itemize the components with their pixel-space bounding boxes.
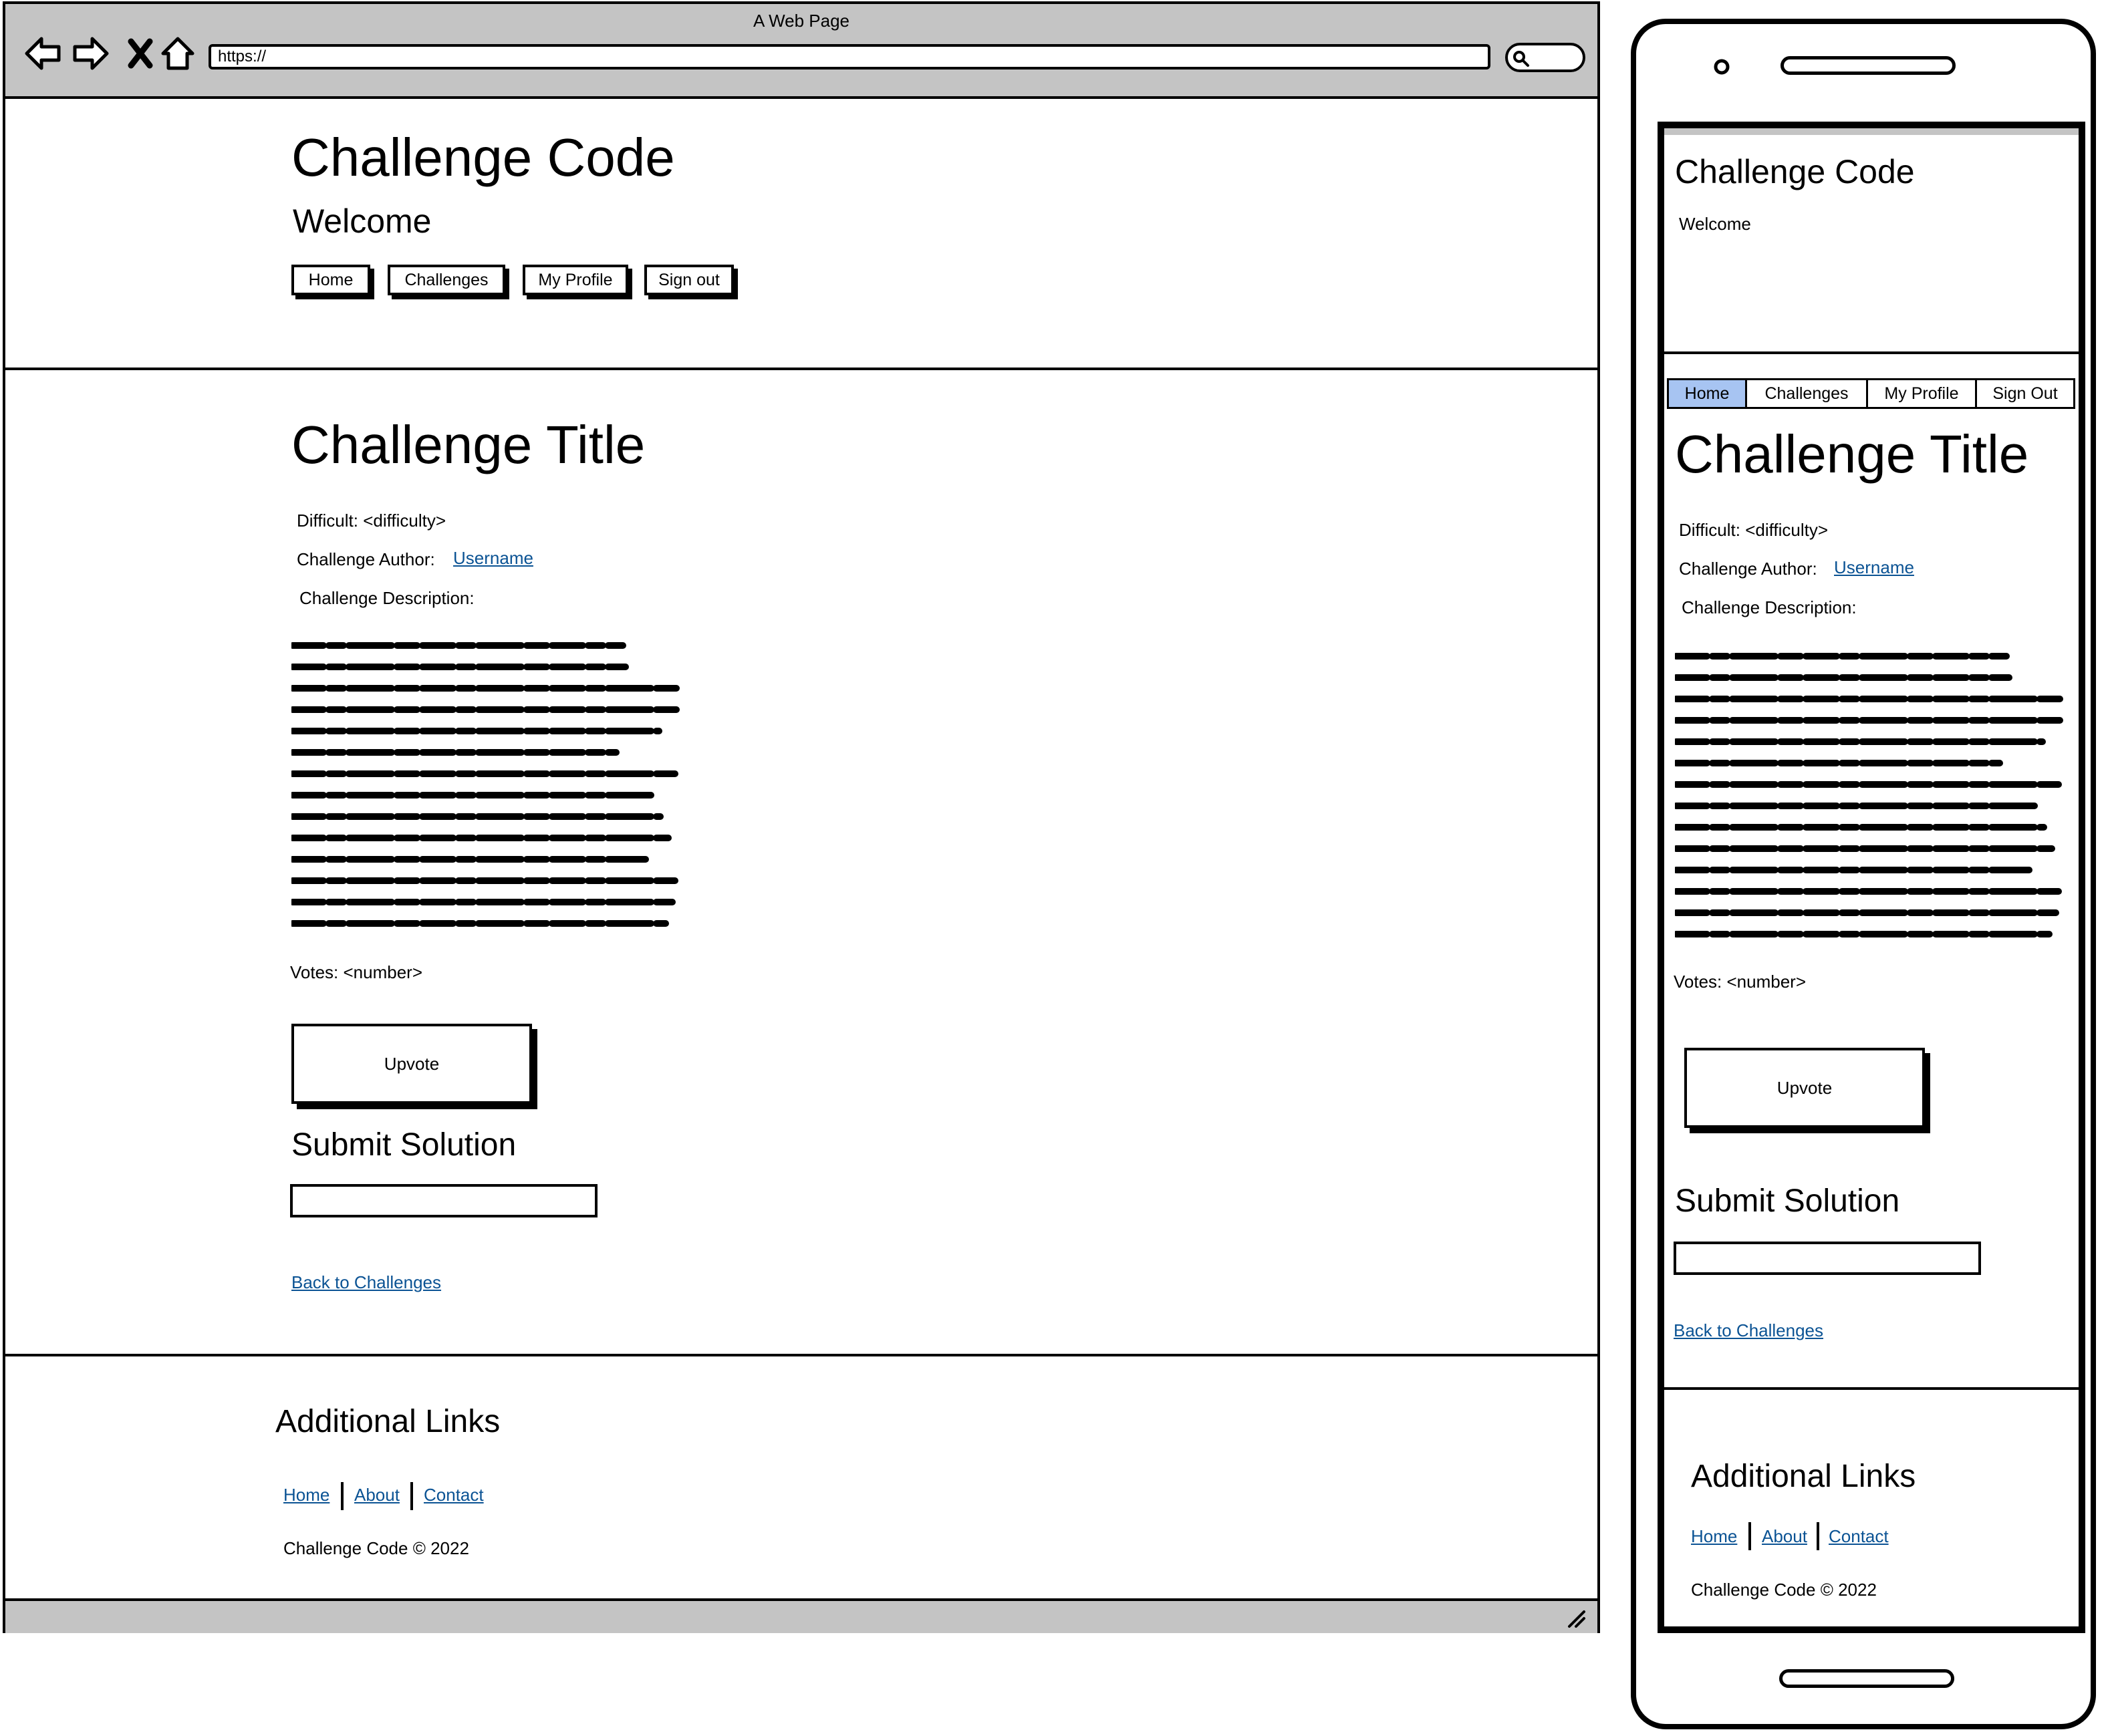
- phone-home-button[interactable]: [1779, 1669, 1954, 1688]
- mobile-nav-home[interactable]: Home: [1667, 378, 1747, 409]
- submit-solution-heading: Submit Solution: [291, 1127, 517, 1163]
- description-label: Challenge Description:: [299, 588, 475, 608]
- scribble-lines: [289, 642, 682, 927]
- description-text-scribble: [289, 639, 686, 933]
- mobile-description-label: Challenge Description:: [1682, 597, 1857, 617]
- nav-sign-out-button[interactable]: Sign out: [644, 265, 734, 295]
- mobile-site-title: Challenge Code: [1675, 153, 1915, 190]
- mobile-header-divider: [1664, 351, 2079, 354]
- mobile-footer-divider: [1664, 1387, 2079, 1390]
- mobile-author-username-link[interactable]: Username: [1834, 557, 1914, 578]
- forward-arrow-icon[interactable]: [71, 33, 111, 74]
- mobile-solution-input[interactable]: [1674, 1242, 1981, 1275]
- mobile-description-text-scribble: [1673, 649, 2069, 944]
- mobile-footer-link-contact[interactable]: Contact: [1829, 1526, 1889, 1547]
- mobile-footer-link-home[interactable]: Home: [1691, 1526, 1737, 1547]
- desktop-browser-window: A Web Page https:// Challenge Code Welco…: [3, 1, 1600, 1633]
- footer-separator: [410, 1482, 413, 1510]
- mobile-upvote-button[interactable]: Upvote: [1684, 1048, 1925, 1128]
- mobile-nav-my-profile[interactable]: My Profile: [1866, 378, 1977, 409]
- browser-toolbar: A Web Page https://: [5, 4, 1597, 99]
- search-icon: [1513, 51, 1529, 67]
- mobile-back-to-challenges-link[interactable]: Back to Challenges: [1674, 1320, 1823, 1341]
- welcome-text: Welcome: [293, 202, 432, 240]
- mobile-footer-separator: [1748, 1522, 1751, 1550]
- mobile-nav-sign-out[interactable]: Sign Out: [1975, 378, 2075, 409]
- footer-copyright: Challenge Code © 2022: [283, 1538, 469, 1558]
- solution-input[interactable]: [290, 1184, 598, 1217]
- mobile-footer-separator: [1817, 1522, 1819, 1550]
- close-icon[interactable]: [120, 33, 160, 74]
- nav-my-profile-button[interactable]: My Profile: [523, 265, 628, 295]
- mobile-footer-copyright: Challenge Code © 2022: [1691, 1580, 1877, 1600]
- resize-grip-icon[interactable]: [1567, 1609, 1587, 1629]
- mobile-scribble-lines: [1673, 653, 2066, 937]
- header-divider: [5, 368, 1597, 370]
- site-title: Challenge Code: [291, 128, 675, 187]
- difficulty-label: Difficult: <difficulty>: [297, 511, 446, 531]
- mobile-screen: Challenge Code Welcome Home Challenges M…: [1658, 122, 2085, 1633]
- challenge-title: Challenge Title: [291, 415, 646, 474]
- footer-heading: Additional Links: [275, 1404, 501, 1439]
- browser-search-box[interactable]: [1505, 43, 1585, 72]
- author-label: Challenge Author:: [297, 549, 435, 569]
- footer-link-contact[interactable]: Contact: [424, 1485, 484, 1505]
- mobile-author-label: Challenge Author:: [1679, 559, 1817, 579]
- mobile-footer-link-about[interactable]: About: [1762, 1526, 1807, 1547]
- footer-link-about[interactable]: About: [354, 1485, 400, 1505]
- nav-challenges-button[interactable]: Challenges: [388, 265, 505, 295]
- url-bar[interactable]: https://: [209, 44, 1490, 69]
- phone-camera-icon: [1714, 59, 1730, 75]
- footer-link-home[interactable]: Home: [283, 1485, 330, 1505]
- footer-separator: [341, 1482, 344, 1510]
- mobile-welcome-text: Welcome: [1679, 214, 1751, 234]
- nav-home-button[interactable]: Home: [291, 265, 370, 295]
- mobile-challenge-title: Challenge Title: [1675, 424, 2029, 484]
- mobile-footer-heading: Additional Links: [1691, 1459, 1916, 1494]
- phone-speaker: [1781, 56, 1956, 75]
- mobile-nav-challenges[interactable]: Challenges: [1745, 378, 1868, 409]
- browser-status-bar: [5, 1598, 1597, 1633]
- mobile-status-strip: [1664, 128, 2079, 135]
- home-icon[interactable]: [158, 33, 198, 74]
- back-to-challenges-link[interactable]: Back to Challenges: [291, 1272, 441, 1293]
- browser-title: A Web Page: [753, 11, 850, 31]
- mobile-votes-label: Votes: <number>: [1674, 972, 1807, 992]
- footer-divider: [5, 1354, 1597, 1356]
- mobile-submit-solution-heading: Submit Solution: [1675, 1183, 1900, 1219]
- mobile-difficulty-label: Difficult: <difficulty>: [1679, 520, 1829, 540]
- author-username-link[interactable]: Username: [453, 548, 533, 569]
- votes-label: Votes: <number>: [290, 962, 423, 982]
- upvote-button[interactable]: Upvote: [291, 1024, 532, 1104]
- back-arrow-icon[interactable]: [23, 33, 63, 74]
